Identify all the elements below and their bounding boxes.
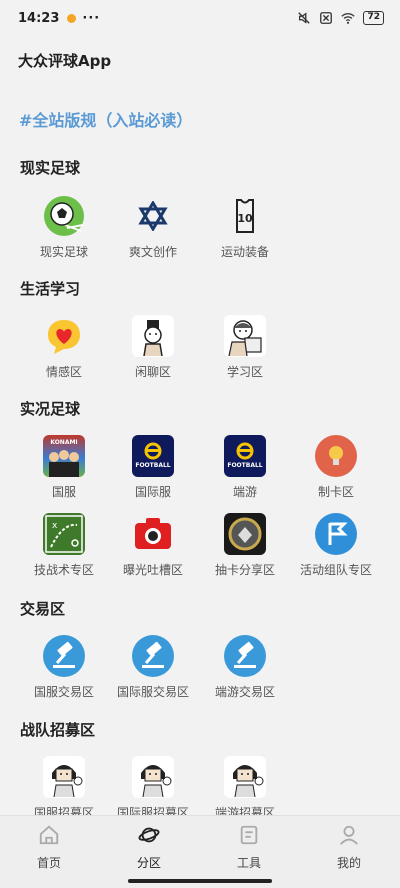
category-exposure[interactable]: 曝光吐槽区: [108, 513, 198, 578]
home-icon: [39, 825, 59, 845]
tab-home[interactable]: 首页: [14, 824, 84, 871]
category-card-draw[interactable]: 抽卡分享区: [200, 513, 290, 578]
konami-poster-icon: KONAMI: [43, 435, 85, 477]
document-icon: [240, 825, 258, 845]
status-time: 14:23: [18, 10, 60, 26]
tab-label: 首页: [36, 856, 61, 870]
category-label: 闲聊区: [134, 365, 171, 379]
category-label: 国服交易区: [33, 685, 94, 699]
section-title-live-football: 实况足球: [20, 400, 81, 418]
category-team-event[interactable]: 活动组队专区: [291, 513, 381, 578]
tab-tools[interactable]: 工具: [214, 824, 284, 871]
category-card-making[interactable]: 制卡区: [291, 435, 381, 500]
svg-text:KONAMI: KONAMI: [50, 439, 77, 446]
cartoon-study-icon: [224, 315, 266, 357]
category-sports-gear[interactable]: 10 运动装备: [200, 195, 290, 260]
jersey-number: 10: [237, 212, 253, 225]
status-bar: 14:23 ··· 72: [0, 0, 400, 36]
flag-icon: [315, 513, 357, 555]
category-real-football[interactable]: 现实足球: [19, 195, 109, 260]
category-label: 现实足球: [39, 245, 88, 259]
category-chat[interactable]: 闲聊区: [108, 315, 198, 380]
category-fan-fiction[interactable]: 爽文创作: [108, 195, 198, 260]
notification-app-icon: [67, 13, 77, 23]
more-notifications-icon: ···: [82, 10, 101, 26]
category-pc-game[interactable]: FOOTBALL 端游: [200, 435, 290, 500]
category-label: 爽文创作: [128, 245, 177, 259]
category-pc-recruit[interactable]: 端游招募区: [200, 756, 290, 821]
recruit-meme-icon: [224, 756, 266, 798]
heart-chat-icon: [43, 315, 85, 357]
tab-sections[interactable]: 分区: [114, 824, 184, 871]
category-label: 国际服交易区: [116, 685, 189, 699]
bottom-tab-bar: 首页 分区 工具 我的: [0, 815, 400, 888]
gavel-icon: [132, 635, 174, 677]
tab-label: 工具: [236, 856, 261, 870]
section-title-life-study: 生活学习: [20, 280, 81, 298]
no-sim-icon: [320, 12, 333, 24]
svg-text:x: x: [52, 521, 58, 531]
wifi-icon: [341, 13, 356, 24]
category-intl-server[interactable]: FOOTBALL 国际服: [108, 435, 198, 500]
category-label: 活动组队专区: [299, 563, 372, 577]
category-label: 国际服: [134, 485, 171, 499]
category-label: 曝光吐槽区: [122, 563, 183, 577]
section-title-trade: 交易区: [20, 600, 66, 618]
category-cn-trade[interactable]: 国服交易区: [19, 635, 109, 700]
category-label: 端游: [232, 485, 257, 499]
section-title-real-football: 现实足球: [20, 159, 81, 177]
planet-icon: [138, 827, 160, 843]
category-study[interactable]: 学习区: [200, 315, 290, 380]
mute-icon: [298, 12, 311, 24]
svg-text:FOOTBALL: FOOTBALL: [227, 462, 262, 469]
category-label: 国服: [51, 485, 76, 499]
app-title: 大众评球App: [18, 52, 112, 70]
gavel-icon: [224, 635, 266, 677]
card-pack-icon: [224, 513, 266, 555]
tab-profile[interactable]: 我的: [314, 824, 384, 871]
category-cn-recruit[interactable]: 国服招募区: [19, 756, 109, 821]
recruit-meme-icon: [132, 756, 174, 798]
category-intl-trade[interactable]: 国际服交易区: [108, 635, 198, 700]
tab-label: 我的: [336, 856, 361, 870]
person-icon: [340, 825, 358, 845]
gavel-icon: [43, 635, 85, 677]
jersey-icon: 10: [224, 195, 266, 237]
category-label: 学习区: [226, 365, 263, 379]
tactics-board-icon: x: [43, 513, 85, 555]
svg-text:FOOTBALL: FOOTBALL: [135, 462, 170, 469]
category-intl-recruit[interactable]: 国际服招募区: [108, 756, 198, 821]
rules-link[interactable]: #全站版规（入站必读）: [19, 107, 192, 131]
battery-indicator: 72: [363, 11, 384, 25]
tab-label: 分区: [136, 856, 161, 870]
category-label: 情感区: [45, 365, 82, 379]
camera-icon: [132, 513, 174, 555]
category-label: 运动装备: [220, 245, 269, 259]
category-label: 技战术专区: [33, 563, 94, 577]
lightbulb-icon: [315, 435, 357, 477]
category-tactics[interactable]: x 技战术专区: [19, 513, 109, 578]
recruit-meme-icon: [43, 756, 85, 798]
category-label: 制卡区: [317, 485, 354, 499]
efootball-icon: FOOTBALL: [224, 435, 266, 477]
efootball-icon: FOOTBALL: [132, 435, 174, 477]
category-emotion[interactable]: 情感区: [19, 315, 109, 380]
category-pc-trade[interactable]: 端游交易区: [200, 635, 290, 700]
category-label: 端游交易区: [214, 685, 275, 699]
home-indicator[interactable]: [128, 879, 272, 883]
soccer-ball-icon: [43, 195, 85, 237]
cartoon-chat-icon: [132, 315, 174, 357]
section-title-recruit: 战队招募区: [20, 721, 96, 739]
category-label: 抽卡分享区: [214, 563, 275, 577]
star-of-david-icon: [132, 195, 174, 237]
category-cn-server[interactable]: KONAMI 国服: [19, 435, 109, 500]
